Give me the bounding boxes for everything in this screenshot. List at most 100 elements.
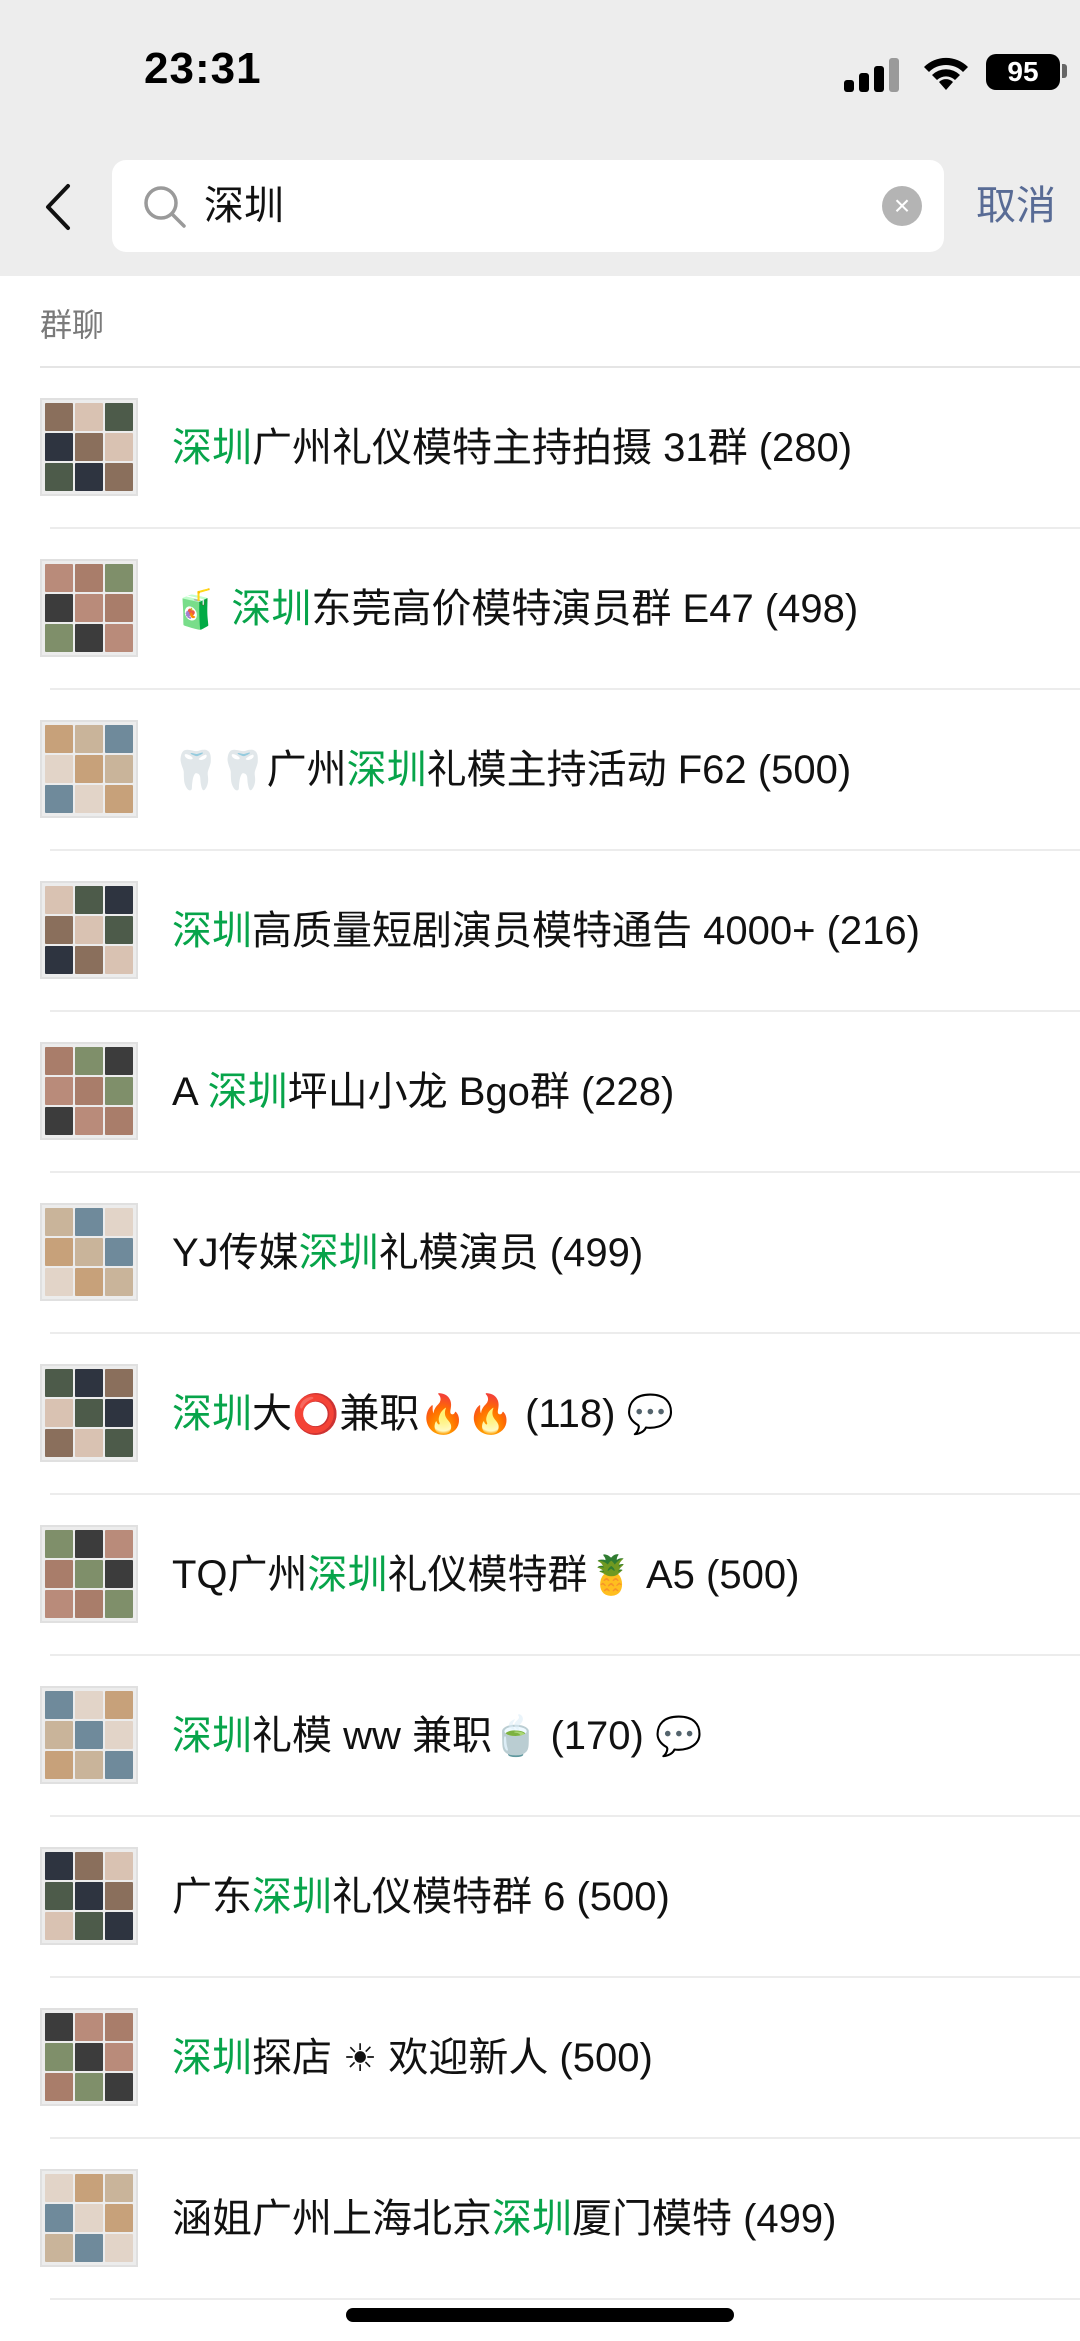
avatar-tile (45, 1238, 73, 1266)
avatar-tile (75, 725, 103, 753)
emoji-icon: 💬 (654, 1714, 703, 1758)
avatar-tile (75, 2204, 103, 2232)
group-avatar (40, 559, 138, 657)
avatar-tile (45, 1369, 73, 1397)
group-name: 深圳高质量短剧演员模特通告 4000+ (216) (172, 851, 920, 1012)
avatar-tile (105, 1268, 133, 1296)
avatar-tile (105, 1590, 133, 1618)
emoji-icon: ☀ (343, 2036, 378, 2080)
group-chat-result[interactable]: 🦷🦷广州深圳礼模主持活动 F62 (500) (0, 690, 1080, 851)
emoji-icon: 💬 (626, 1392, 674, 1436)
avatar-tile (45, 2234, 73, 2262)
group-chat-result[interactable]: 深圳探店 ☀ 欢迎新人 (500) (0, 1978, 1080, 2139)
keyword-highlight: 深圳 (346, 748, 427, 792)
cancel-button[interactable]: 取消 (976, 160, 1056, 252)
group-chat-result[interactable]: 涵姐广州上海北京深圳厦门模特 (499) (0, 2139, 1080, 2300)
avatar-tile (45, 1691, 73, 1719)
keyword-highlight: 深圳 (172, 426, 252, 470)
name-text: 礼仪模特群 (387, 1553, 588, 1597)
name-text: 广东 (172, 1875, 252, 1919)
avatar-tile (105, 2013, 133, 2041)
avatar-tile (75, 1590, 103, 1618)
keyword-highlight: 深圳 (172, 909, 252, 953)
avatar-tile (45, 2013, 73, 2041)
group-avatar (40, 1042, 138, 1140)
group-chat-result[interactable]: A 深圳坪山小龙 Bgo群 (228) (0, 1012, 1080, 1173)
search-field[interactable]: × (112, 160, 944, 252)
name-text: 礼模主持活动 F62 (500) (426, 748, 852, 792)
avatar-tile (45, 2204, 73, 2232)
group-name: 涵姐广州上海北京深圳厦门模特 (499) (172, 2139, 837, 2300)
name-text: 涵姐广州上海北京 (172, 2197, 492, 2241)
group-chat-result[interactable]: 深圳礼模 ww 兼职🍵 (170) 💬 (0, 1656, 1080, 1817)
name-text: 广州礼仪模特主持拍摄 31群 (280) (252, 426, 853, 470)
avatar-tile (105, 2043, 133, 2071)
avatar-tile (75, 433, 103, 461)
avatar-tile (75, 594, 103, 622)
avatar-tile (105, 1852, 133, 1880)
avatar-tile (75, 2174, 103, 2202)
avatar-tile (45, 1208, 73, 1236)
search-header: 23:31 95 × 取消 (0, 0, 1080, 276)
group-chat-result[interactable]: YJ传媒深圳礼模演员 (499) (0, 1173, 1080, 1334)
avatar-tile (45, 1882, 73, 1910)
avatar-tile (75, 1077, 103, 1105)
group-avatar (40, 1686, 138, 1784)
keyword-highlight: 深圳 (207, 1070, 288, 1114)
back-chevron-icon[interactable] (38, 182, 82, 232)
group-chat-result[interactable]: 🧃 深圳东莞高价模特演员群 E47 (498) (0, 529, 1080, 690)
avatar-tile (105, 433, 133, 461)
avatar-tile (75, 1429, 103, 1457)
name-text: 东莞高价模特演员群 E47 (498) (311, 587, 859, 631)
clear-search-icon[interactable]: × (882, 186, 922, 226)
group-name: 🧃 深圳东莞高价模特演员群 E47 (498) (172, 529, 858, 690)
name-text: 兼职 (339, 1392, 420, 1436)
avatar-tile (105, 1107, 133, 1135)
avatar-tile (75, 2234, 103, 2262)
group-chat-result[interactable]: 深圳高质量短剧演员模特通告 4000+ (216) (0, 851, 1080, 1012)
avatar-tile (45, 594, 73, 622)
avatar-tile (75, 785, 103, 813)
avatar-tile (105, 755, 133, 783)
avatar-tile (75, 1268, 103, 1296)
name-text: 坪山小龙 Bgo群 (228) (287, 1070, 675, 1114)
avatar-tile (105, 916, 133, 944)
avatar-tile (45, 403, 73, 431)
group-chat-result[interactable]: TQ广州深圳礼仪模特群🍍 A5 (500) (0, 1495, 1080, 1656)
status-time: 23:31 (144, 44, 262, 93)
name-text: 大 (252, 1392, 292, 1436)
group-name: 深圳广州礼仪模特主持拍摄 31群 (280) (172, 368, 852, 529)
avatar-tile (105, 1429, 133, 1457)
search-input[interactable] (204, 160, 804, 252)
group-chat-result[interactable]: 深圳大⭕兼职🔥🔥 (118) 💬 (0, 1334, 1080, 1495)
avatar-tile (105, 1882, 133, 1910)
avatar-tile (75, 1721, 103, 1749)
avatar-tile (75, 564, 103, 592)
avatar-tile (75, 2013, 103, 2041)
avatar-tile (105, 1691, 133, 1719)
avatar-tile (75, 1238, 103, 1266)
emoji-icon: 🍵 (492, 1714, 540, 1758)
avatar-tile (105, 564, 133, 592)
group-name: 深圳礼模 ww 兼职🍵 (170) 💬 (172, 1656, 702, 1817)
group-chat-result[interactable]: 深圳广州礼仪模特主持拍摄 31群 (280) (0, 368, 1080, 529)
group-name: 广东深圳礼仪模特群 6 (500) (172, 1817, 670, 1978)
group-avatar (40, 881, 138, 979)
avatar-tile (75, 1691, 103, 1719)
avatar-tile (105, 1912, 133, 1940)
avatar-tile (45, 2043, 73, 2071)
group-avatar (40, 720, 138, 818)
section-title-group-chats: 群聊 (40, 307, 105, 343)
avatar-tile (105, 725, 133, 753)
group-chat-result[interactable]: 广东深圳礼仪模特群 6 (500) (0, 1817, 1080, 1978)
battery-icon: 95 (986, 54, 1060, 90)
avatar-tile (45, 1560, 73, 1588)
avatar-tile (45, 1268, 73, 1296)
group-avatar (40, 1203, 138, 1301)
avatar-tile (45, 624, 73, 652)
name-text: YJ传媒 (172, 1231, 299, 1275)
group-name: 深圳大⭕兼职🔥🔥 (118) 💬 (172, 1334, 674, 1495)
avatar-tile (45, 2174, 73, 2202)
status-icons: 95 (780, 52, 1080, 96)
home-indicator[interactable] (346, 2308, 734, 2322)
